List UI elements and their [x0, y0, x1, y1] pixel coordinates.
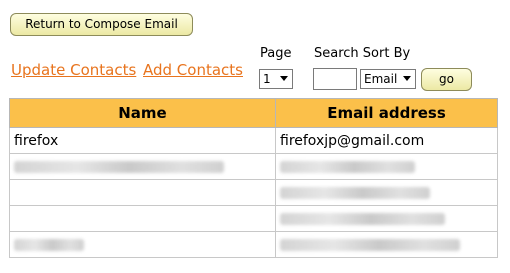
table-row[interactable]: firefox firefoxjp@gmail.com [9, 127, 498, 154]
redacted-text [280, 186, 430, 199]
contact-name-cell [9, 153, 276, 180]
page-label: Page [260, 46, 292, 61]
contact-name-cell [9, 179, 276, 206]
name-column-header[interactable]: Name [9, 98, 276, 128]
contact-email-cell: firefoxjp@gmail.com [275, 127, 498, 154]
table-row[interactable] [9, 153, 498, 180]
redacted-text [280, 212, 445, 225]
table-header-row: Name Email address [9, 98, 498, 128]
search-input[interactable] [313, 68, 357, 90]
redacted-text [280, 238, 460, 251]
page-select-value: 1 [263, 72, 271, 86]
contact-email-cell [275, 231, 498, 258]
go-button[interactable]: go [421, 68, 472, 91]
return-to-compose-button[interactable]: Return to Compose Email [10, 13, 193, 36]
sort-by-select[interactable]: Email [360, 69, 416, 89]
contact-email-cell [275, 205, 498, 232]
contact-email-cell [275, 153, 498, 180]
redacted-text [14, 238, 84, 251]
contact-name-cell: firefox [9, 127, 276, 154]
table-row[interactable] [9, 179, 498, 206]
search-sort-label: Search Sort By [314, 46, 411, 61]
email-column-header[interactable]: Email address [275, 98, 498, 128]
chevron-down-icon [403, 76, 411, 81]
update-contacts-link[interactable]: Update Contacts [11, 61, 136, 79]
add-contacts-link[interactable]: Add Contacts [143, 61, 243, 79]
contact-name-cell [9, 205, 276, 232]
redacted-text [280, 160, 415, 173]
contacts-table: Name Email address firefox firefoxjp@gma… [9, 98, 498, 258]
page-select[interactable]: 1 [259, 69, 293, 89]
redacted-text [14, 160, 224, 173]
table-row[interactable] [9, 231, 498, 258]
contact-name-cell [9, 231, 276, 258]
table-row[interactable] [9, 205, 498, 232]
contact-email-cell [275, 179, 498, 206]
chevron-down-icon [280, 76, 288, 81]
sort-by-value: Email [364, 72, 398, 86]
